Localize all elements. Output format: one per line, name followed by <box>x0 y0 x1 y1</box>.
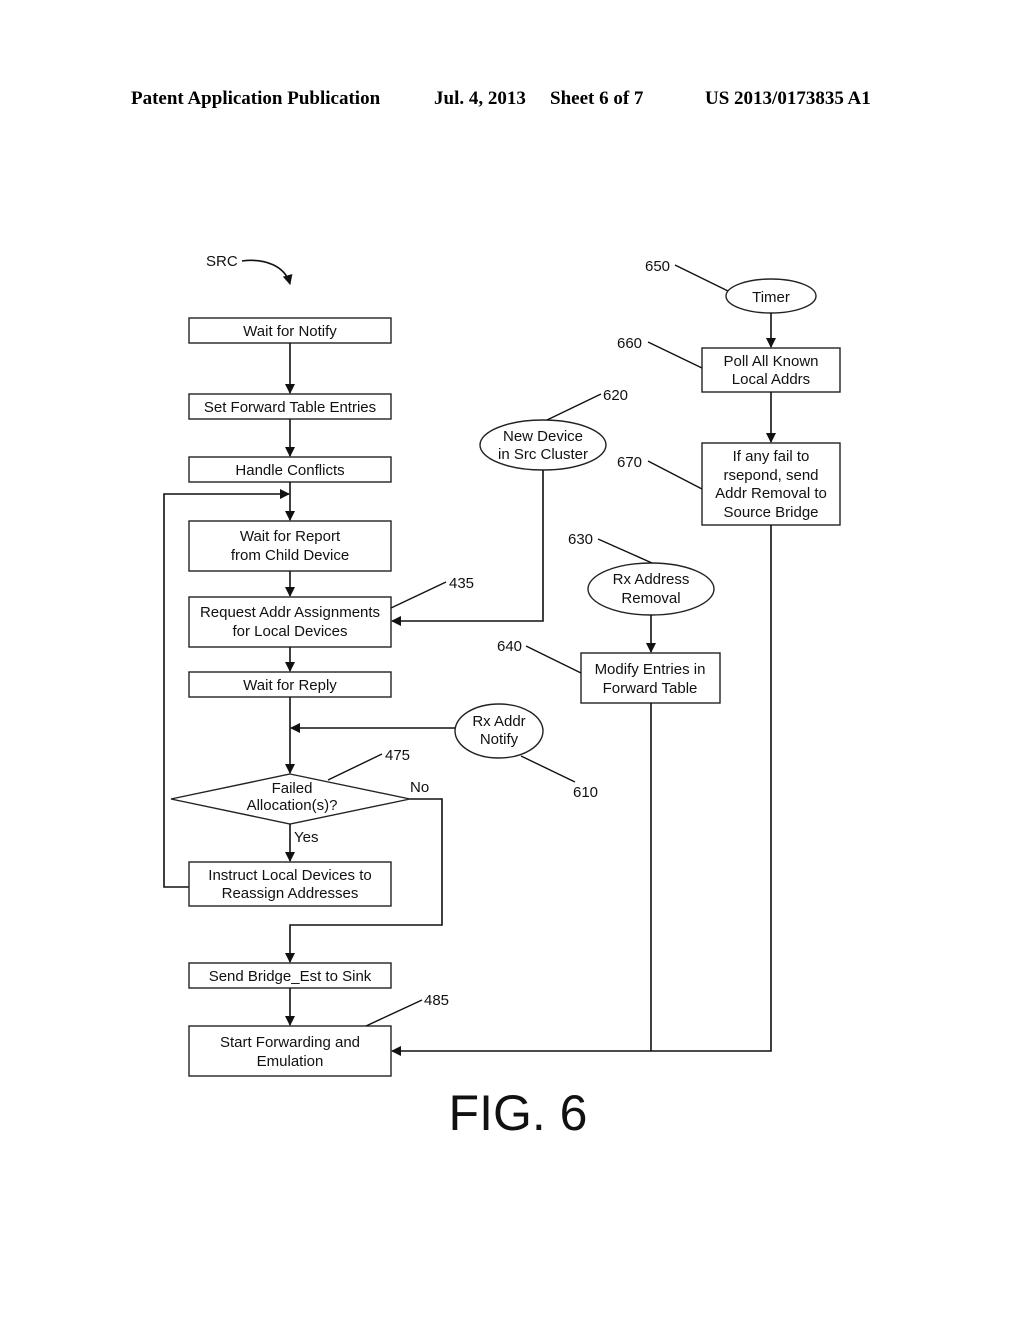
timer-oval: Timer <box>725 278 817 314</box>
svg-text:Source Bridge: Source Bridge <box>723 504 818 521</box>
svg-text:Failed: Failed <box>272 780 313 797</box>
instruct-box: Instruct Local Devices to Reassign Addre… <box>188 861 392 907</box>
request-addr-box: Request Addr Assignments for Local Devic… <box>188 596 392 648</box>
svg-text:Set Forward Table Entries: Set Forward Table Entries <box>204 399 376 416</box>
svg-text:Handle Conflicts: Handle Conflicts <box>235 462 344 479</box>
ref-620: 620 <box>603 387 628 404</box>
rx-addr-notify-oval: Rx Addr Notify <box>454 703 544 759</box>
failed-allocation-decision: Failed Allocation(s)? <box>170 773 411 825</box>
handle-conflicts-box: Handle Conflicts <box>188 456 392 483</box>
leader-650 <box>674 264 729 292</box>
modify-entries-box: Modify Entries in Forward Table <box>580 652 721 704</box>
svg-text:Wait for Notify: Wait for Notify <box>243 323 337 340</box>
svg-text:Timer: Timer <box>752 289 790 306</box>
svg-text:Local Addrs: Local Addrs <box>732 371 810 388</box>
poll-box: Poll All Known Local Addrs <box>701 347 841 393</box>
leader-475 <box>327 753 383 781</box>
set-forward-box: Set Forward Table Entries <box>188 393 392 420</box>
decision-no-label: No <box>410 779 429 796</box>
leader-435 <box>390 581 447 609</box>
leader-660 <box>647 341 703 369</box>
wait-report-box: Wait for Report from Child Device <box>188 520 392 572</box>
ref-610: 610 <box>573 784 598 801</box>
decision-yes-label: Yes <box>294 829 318 846</box>
ref-485: 485 <box>424 992 449 1009</box>
leader-485 <box>365 999 423 1027</box>
svg-text:Poll All Known: Poll All Known <box>723 353 818 370</box>
figure-label: FIG. 6 <box>449 1085 588 1141</box>
svg-text:Send Bridge_Est to Sink: Send Bridge_Est to Sink <box>209 968 372 985</box>
leader-640 <box>525 645 582 674</box>
svg-text:Addr Removal to: Addr Removal to <box>715 485 827 502</box>
svg-text:for Local Devices: for Local Devices <box>232 623 347 640</box>
ref-650: 650 <box>645 258 670 275</box>
svg-text:Removal: Removal <box>621 590 680 607</box>
svg-text:New Device: New Device <box>503 428 583 445</box>
ref-670: 670 <box>617 454 642 471</box>
flowchart: SRC Wait for Notify Set Forward Table En… <box>163 253 841 1141</box>
svg-text:Modify Entries in: Modify Entries in <box>595 661 706 678</box>
send-bridge-box: Send Bridge_Est to Sink <box>188 962 392 989</box>
svg-text:Reassign Addresses: Reassign Addresses <box>222 885 359 902</box>
svg-text:Allocation(s)?: Allocation(s)? <box>247 797 338 814</box>
leader-620 <box>546 393 602 421</box>
src-arrow <box>241 259 293 285</box>
new-device-arrow <box>391 470 544 626</box>
svg-text:Request Addr Assignments: Request Addr Assignments <box>200 604 380 621</box>
svg-text:Forward Table: Forward Table <box>603 680 698 697</box>
svg-text:Start Forwarding and: Start Forwarding and <box>220 1034 360 1051</box>
svg-text:Wait for Reply: Wait for Reply <box>243 677 337 694</box>
leader-670 <box>647 460 703 490</box>
svg-text:in Src Cluster: in Src Cluster <box>498 446 588 463</box>
rx-address-removal-oval: Rx Address Removal <box>587 562 715 616</box>
svg-text:Notify: Notify <box>480 731 519 748</box>
start-forwarding-box: Start Forwarding and Emulation <box>188 1025 392 1077</box>
leader-630 <box>597 538 653 564</box>
fail-respond-box: If any fail to rsepond, send Addr Remova… <box>701 442 841 526</box>
svg-text:If any fail to: If any fail to <box>733 448 810 465</box>
leader-610 <box>520 755 576 783</box>
src-label: SRC <box>206 253 238 270</box>
svg-text:Wait for Report: Wait for Report <box>240 528 341 545</box>
wait-notify-box: Wait for Notify <box>188 317 392 344</box>
ref-660: 660 <box>617 335 642 352</box>
svg-text:Emulation: Emulation <box>257 1053 324 1070</box>
svg-text:Rx Addr: Rx Addr <box>472 713 525 730</box>
svg-text:rsepond, send: rsepond, send <box>723 467 818 484</box>
new-device-oval: New Device in Src Cluster <box>479 419 607 471</box>
ref-475: 475 <box>385 747 410 764</box>
svg-text:from Child Device: from Child Device <box>231 547 349 564</box>
ref-435: 435 <box>449 575 474 592</box>
svg-text:Rx Address: Rx Address <box>613 571 690 588</box>
ref-630: 630 <box>568 531 593 548</box>
wait-reply-box: Wait for Reply <box>188 671 392 698</box>
ref-640: 640 <box>497 638 522 655</box>
svg-text:Instruct Local Devices to: Instruct Local Devices to <box>208 867 371 884</box>
